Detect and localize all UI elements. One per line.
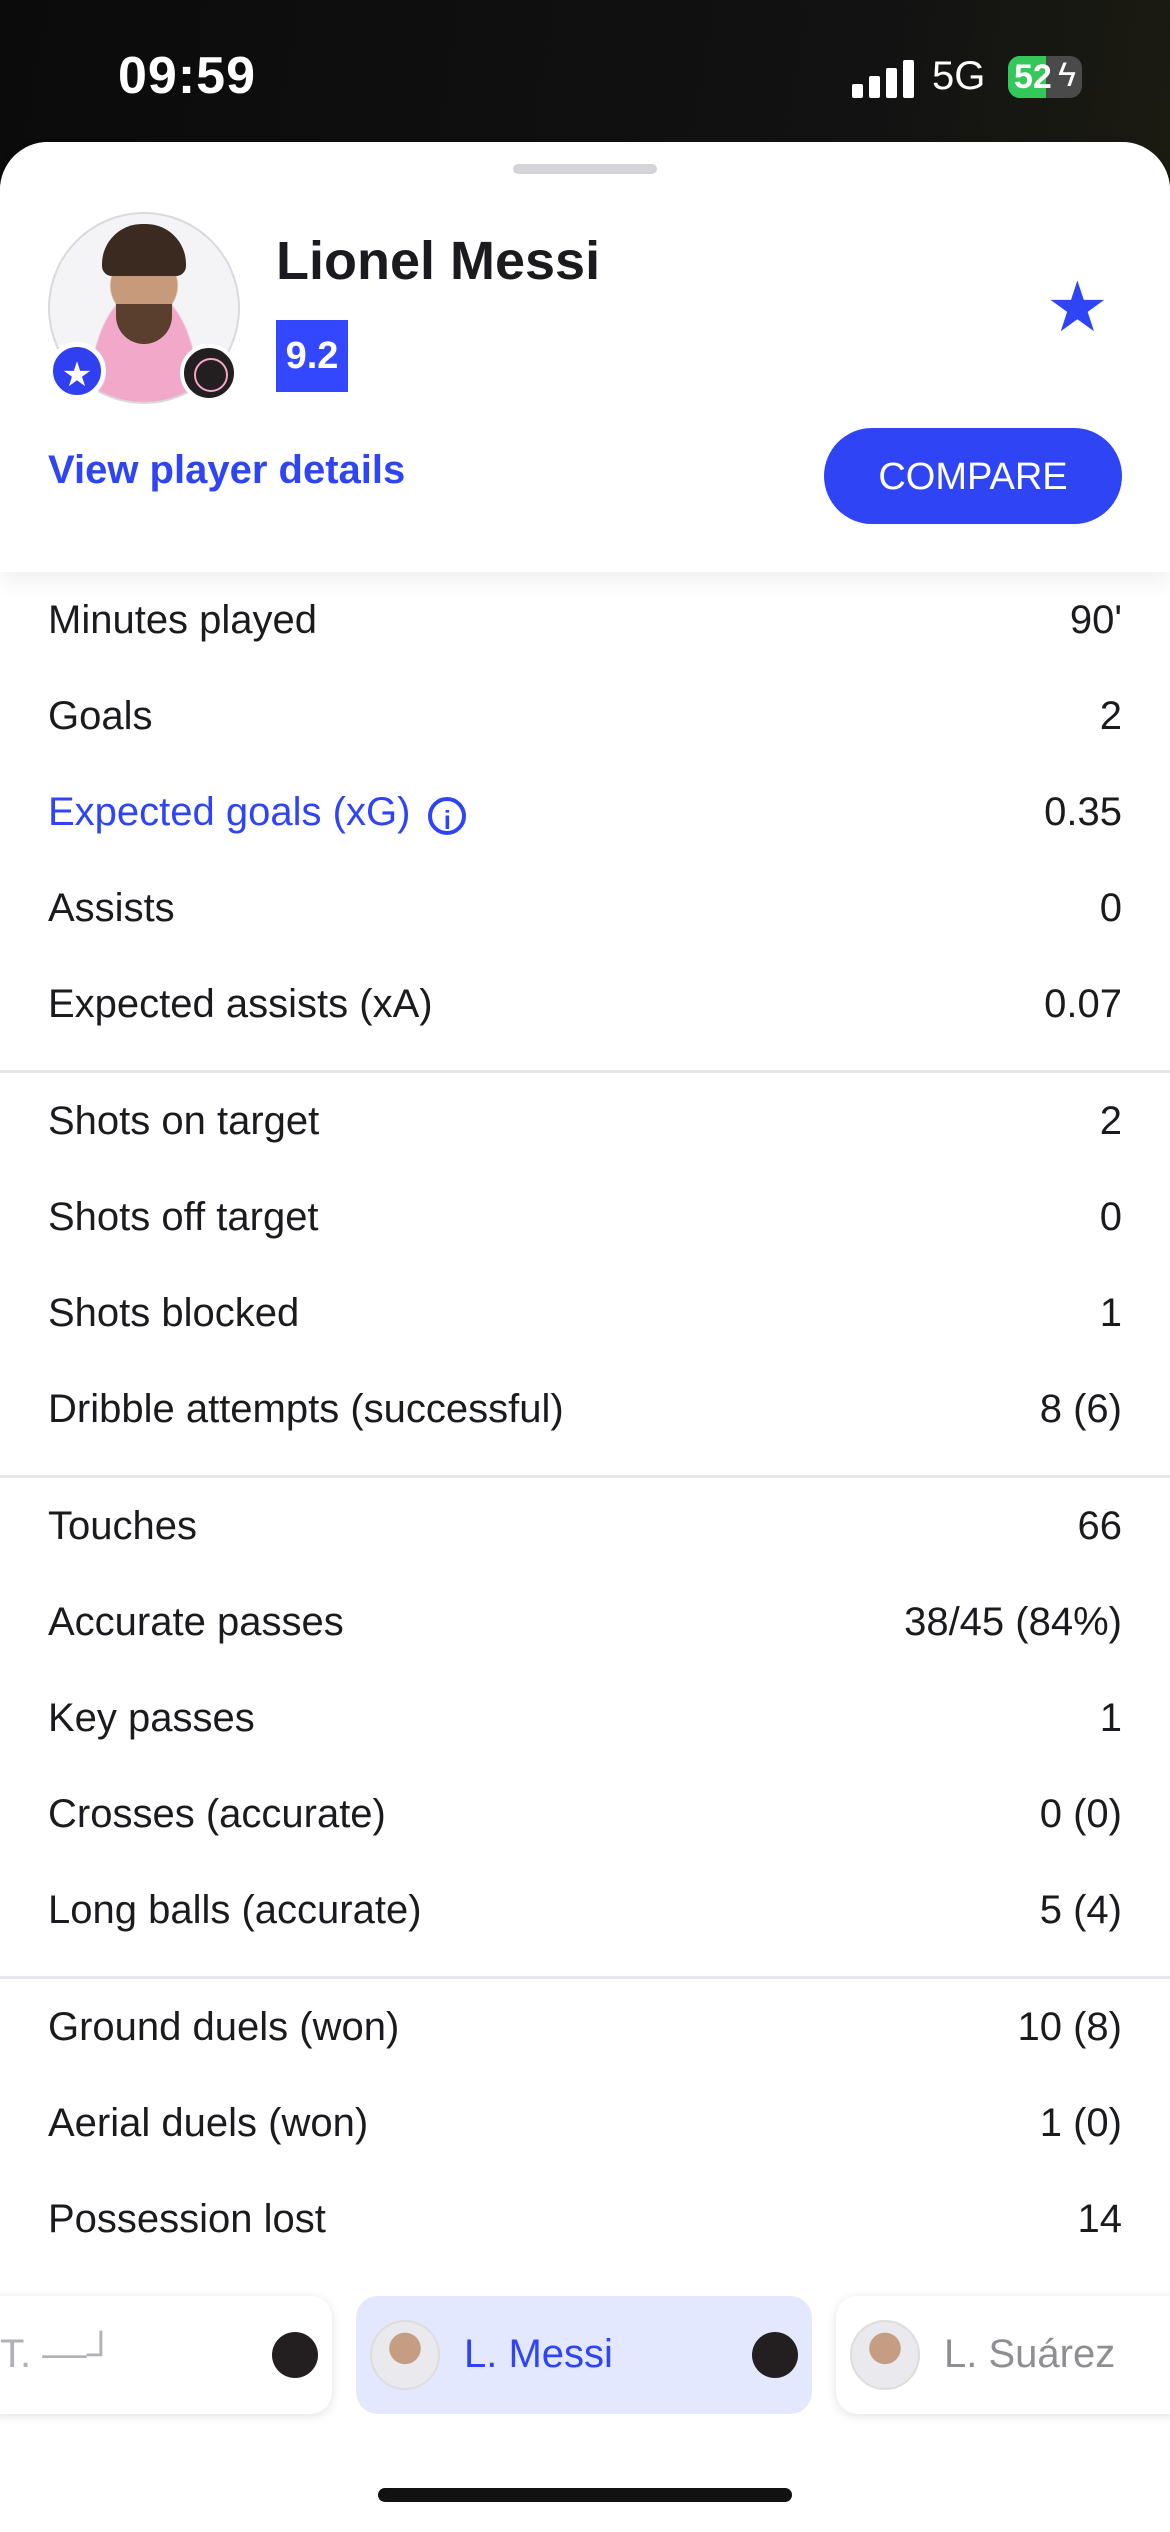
stat-row: Accurate passes 38/45 (84%) bbox=[0, 1574, 1170, 1670]
stat-label: Shots off target bbox=[48, 1195, 319, 1239]
avatar-beard bbox=[116, 304, 172, 344]
stat-row: Aerial duels (won) 1 (0) bbox=[0, 2075, 1170, 2171]
stat-label: Expected assists (xA) bbox=[48, 982, 433, 1026]
player-chip-name: L. Messi bbox=[464, 2332, 613, 2376]
club-crest-icon bbox=[752, 2332, 798, 2378]
status-bar: 09:59 5G 52 ϟ bbox=[0, 0, 1170, 150]
battery-icon: 52 ϟ bbox=[1008, 56, 1082, 98]
favorite-star-icon[interactable]: ★ bbox=[1046, 272, 1109, 342]
signal-icon bbox=[852, 60, 914, 98]
stat-value: 90' bbox=[1069, 598, 1122, 642]
player-sheet: ★ Lionel Messi 9.2 ★ View player details… bbox=[0, 142, 1170, 2532]
player-rating-badge: 9.2 bbox=[276, 320, 348, 392]
stat-row: Expected assists (xA) 0.07 bbox=[0, 956, 1170, 1052]
info-icon[interactable]: i bbox=[428, 797, 467, 835]
stat-label: Aerial duels (won) bbox=[48, 2101, 369, 2145]
status-time: 09:59 bbox=[118, 47, 256, 105]
stat-row: Shots blocked 1 bbox=[0, 1265, 1170, 1361]
player-switcher: T. ––┘ L. Messi L. Suárez bbox=[0, 2288, 1170, 2438]
stats-group-duels: Ground duels (won) 10 (8) Aerial duels (… bbox=[0, 1979, 1170, 2285]
avatar-hair bbox=[102, 224, 186, 276]
stat-row: Crosses (accurate) 0 (0) bbox=[0, 1766, 1170, 1862]
stat-label: Shots blocked bbox=[48, 1291, 300, 1335]
stat-label: Assists bbox=[48, 886, 175, 930]
charging-bolt-icon: ϟ bbox=[1058, 56, 1076, 94]
stat-row: Touches 66 bbox=[0, 1478, 1170, 1574]
player-chip-previous[interactable]: T. ––┘ bbox=[0, 2296, 332, 2414]
stat-label: Possession lost bbox=[48, 2197, 326, 2241]
stat-row: Long balls (accurate) 5 (4) bbox=[0, 1862, 1170, 1958]
stat-value: 0 bbox=[1099, 1195, 1122, 1239]
stat-label: Long balls (accurate) bbox=[48, 1888, 422, 1932]
stats-group-shooting: Shots on target 2 Shots off target 0 Sho… bbox=[0, 1073, 1170, 1478]
stat-value: 8 (6) bbox=[1039, 1387, 1122, 1431]
stat-row: Shots on target 2 bbox=[0, 1073, 1170, 1169]
view-player-details-link[interactable]: View player details bbox=[48, 448, 405, 493]
stat-label: Dribble attempts (successful) bbox=[48, 1387, 564, 1431]
stats-group-passing: Touches 66 Accurate passes 38/45 (84%) K… bbox=[0, 1478, 1170, 1979]
home-indicator[interactable] bbox=[378, 2488, 792, 2502]
compare-button[interactable]: COMPARE bbox=[824, 428, 1122, 524]
stat-value: 0 (0) bbox=[1039, 1792, 1122, 1836]
battery-percent: 52 bbox=[1014, 58, 1052, 96]
stat-row: Dribble attempts (successful) 8 (6) bbox=[0, 1361, 1170, 1457]
player-chip-avatar bbox=[370, 2320, 440, 2390]
stat-row: Assists 0 bbox=[0, 860, 1170, 956]
player-chip-avatar bbox=[850, 2320, 920, 2390]
stat-value: 38/45 (84%) bbox=[904, 1600, 1122, 1644]
stat-row: Possession lost 14 bbox=[0, 2171, 1170, 2267]
star-player-badge-icon: ★ bbox=[48, 342, 106, 400]
stats-list: Minutes played 90' Goals 2 Expected goal… bbox=[0, 572, 1170, 2285]
stat-row: Minutes played 90' bbox=[0, 572, 1170, 668]
stat-value: 2 bbox=[1099, 694, 1122, 738]
stat-row: Ground duels (won) 10 (8) bbox=[0, 1979, 1170, 2075]
stat-value: 14 bbox=[1077, 2197, 1123, 2241]
player-chip-active[interactable]: L. Messi bbox=[356, 2296, 812, 2414]
stat-value: 2 bbox=[1099, 1099, 1122, 1143]
stat-value: 0.35 bbox=[1044, 790, 1122, 834]
stat-row-xg[interactable]: Expected goals (xG) i 0.35 bbox=[0, 764, 1170, 860]
stat-value: 1 (0) bbox=[1039, 2101, 1122, 2145]
club-crest-icon bbox=[180, 344, 238, 402]
stat-value: 0 bbox=[1099, 886, 1122, 930]
stat-value: 1 bbox=[1099, 1291, 1122, 1335]
stat-value: 66 bbox=[1077, 1504, 1123, 1548]
sheet-grabber[interactable] bbox=[513, 164, 657, 174]
club-crest-icon bbox=[272, 2332, 318, 2378]
stats-group-summary: Minutes played 90' Goals 2 Expected goal… bbox=[0, 572, 1170, 1073]
player-chip-name: T. ––┘ bbox=[0, 2332, 116, 2376]
stat-value: 5 (4) bbox=[1039, 1888, 1122, 1932]
network-type: 5G bbox=[932, 54, 986, 98]
stat-label: Minutes played bbox=[48, 598, 318, 642]
stat-label: Touches bbox=[48, 1504, 197, 1548]
player-chip-name: L. Suárez bbox=[944, 2332, 1116, 2376]
player-chip-next[interactable]: L. Suárez bbox=[836, 2296, 1170, 2414]
stat-label: Crosses (accurate) bbox=[48, 1792, 386, 1836]
stat-row: Goals 2 bbox=[0, 668, 1170, 764]
player-name: Lionel Messi bbox=[276, 231, 601, 291]
stat-label-xg[interactable]: Expected goals (xG) i bbox=[48, 790, 467, 835]
stat-value: 10 (8) bbox=[1017, 2005, 1123, 2049]
stat-value: 1 bbox=[1099, 1696, 1122, 1740]
player-header: ★ Lionel Messi 9.2 ★ View player details… bbox=[0, 142, 1170, 572]
xg-label-text[interactable]: Expected goals (xG) bbox=[48, 790, 410, 834]
stat-label: Shots on target bbox=[48, 1099, 320, 1143]
stat-row: Key passes 1 bbox=[0, 1670, 1170, 1766]
stat-value: 0.07 bbox=[1044, 982, 1122, 1026]
stat-label: Ground duels (won) bbox=[48, 2005, 400, 2049]
stat-row: Shots off target 0 bbox=[0, 1169, 1170, 1265]
stat-label: Accurate passes bbox=[48, 1600, 344, 1644]
stat-label: Key passes bbox=[48, 1696, 255, 1740]
stat-label: Goals bbox=[48, 694, 153, 738]
